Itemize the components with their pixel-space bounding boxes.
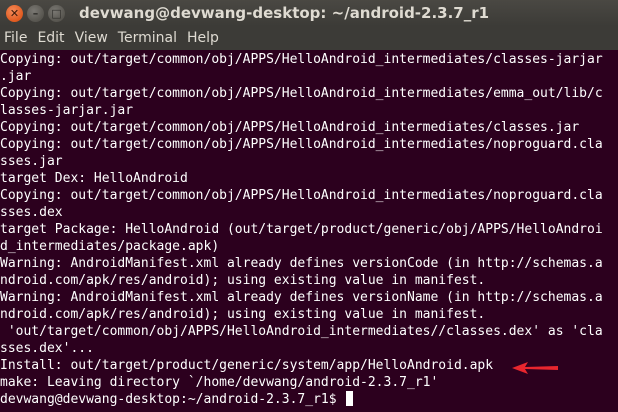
close-button[interactable]: ✕: [6, 4, 23, 22]
text-cursor: [346, 391, 354, 406]
terminal-line: sses.dex'...: [0, 341, 94, 356]
terminal-line: d_intermediates/package.apk): [0, 239, 220, 254]
window-title: devwang@devwang-desktop: ~/android-2.3.7…: [79, 4, 490, 22]
menu-bar: File Edit View Terminal Help: [0, 26, 618, 50]
shell-prompt: devwang@devwang-desktop:~/android-2.3.7_…: [0, 392, 345, 407]
terminal-line: target Dex: HelloAndroid: [0, 171, 188, 186]
terminal-line: Copying: out/target/common/obj/APPS/Hell…: [0, 52, 603, 67]
terminal-line: Copying: out/target/common/obj/APPS/Hell…: [0, 137, 603, 152]
annotation-arrow-icon: [512, 362, 558, 374]
terminal-line: ndroid.com/apk/res/android); using exist…: [0, 307, 486, 322]
terminal-line: Copying: out/target/common/obj/APPS/Hell…: [0, 86, 603, 101]
terminal-line: Copying: out/target/common/obj/APPS/Hell…: [0, 120, 580, 135]
terminal-line: .jar: [0, 69, 32, 84]
terminal-line: ndroid.com/apk/res/android); using exist…: [0, 273, 486, 288]
terminal-line: 'out/target/common/obj/APPS/HelloAndroid…: [0, 324, 603, 339]
terminal-line: sses.dex: [0, 205, 63, 220]
menu-terminal[interactable]: Terminal: [118, 30, 177, 46]
menu-edit[interactable]: Edit: [37, 30, 64, 46]
terminal-line: Warning: AndroidManifest.xml already def…: [0, 290, 603, 305]
terminal-line: make: Leaving directory `/home/devwang/a…: [0, 375, 439, 390]
maximize-button[interactable]: □: [48, 4, 65, 22]
terminal-line: sses.jar: [0, 154, 63, 169]
menu-help[interactable]: Help: [187, 30, 219, 46]
terminal-line: Warning: AndroidManifest.xml already def…: [0, 256, 603, 271]
terminal-line: lasses-jarjar.jar: [0, 103, 134, 118]
terminal-output[interactable]: Copying: out/target/common/obj/APPS/Hell…: [0, 51, 618, 412]
prompt-line[interactable]: devwang@devwang-desktop:~/android-2.3.7_…: [0, 391, 618, 408]
terminal-window: ✕ – □ devwang@devwang-desktop: ~/android…: [0, 0, 618, 412]
menu-file[interactable]: File: [4, 30, 27, 46]
title-bar[interactable]: ✕ – □ devwang@devwang-desktop: ~/android…: [0, 0, 618, 26]
minimize-button[interactable]: –: [27, 4, 44, 22]
menu-view[interactable]: View: [75, 30, 108, 46]
terminal-line: Copying: out/target/common/obj/APPS/Hell…: [0, 188, 603, 203]
terminal-line: target Package: HelloAndroid (out/target…: [0, 222, 603, 237]
